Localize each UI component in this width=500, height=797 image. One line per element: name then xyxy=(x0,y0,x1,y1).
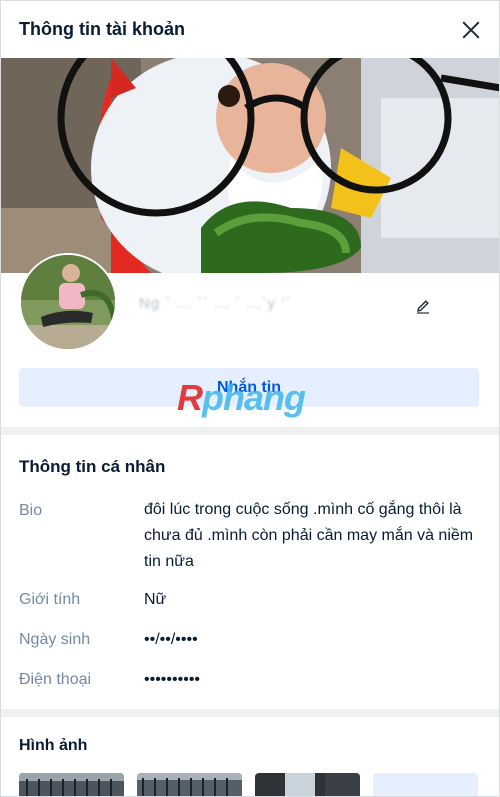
birthday-label: Ngày sinh xyxy=(19,631,91,648)
bio-value: đôi lúc trong cuộc sống .mình cố gắng th… xyxy=(144,501,474,570)
phone-value: •••••••••• xyxy=(144,671,201,688)
send-message-label: Nhắn tin xyxy=(217,378,281,396)
account-info-panel: Thông tin tài khoản Ng ` ... `´ ... ` ..… xyxy=(0,0,500,797)
send-message-button[interactable]: Nhắn tin xyxy=(19,368,479,407)
bio-label: Bio xyxy=(19,502,43,519)
edit-name-icon[interactable] xyxy=(415,298,431,314)
media-thumbnail[interactable] xyxy=(255,773,360,796)
phone-label: Điện thoại xyxy=(19,671,92,688)
media-more-thumbnail[interactable] xyxy=(373,773,478,796)
media-title: Hình ảnh xyxy=(19,737,88,754)
gender-value: Nữ xyxy=(144,591,167,608)
gender-label: Giới tính xyxy=(19,591,81,608)
section-divider xyxy=(1,427,499,435)
close-icon[interactable] xyxy=(459,18,483,42)
avatar[interactable] xyxy=(19,253,117,351)
panel-header: Thông tin tài khoản xyxy=(1,1,499,58)
panel-title: Thông tin tài khoản xyxy=(19,19,185,39)
media-thumbnail[interactable] xyxy=(19,773,124,796)
cover-photo[interactable] xyxy=(1,58,499,273)
birthday-value: ••/••/•••• xyxy=(144,631,198,648)
media-grid xyxy=(19,773,479,796)
media-thumbnail[interactable] xyxy=(137,773,242,796)
personal-info-title: Thông tin cá nhân xyxy=(19,457,166,476)
display-name: Ng ` ... `´ ... ` ...`y ’` xyxy=(139,295,292,312)
section-divider xyxy=(1,709,499,717)
